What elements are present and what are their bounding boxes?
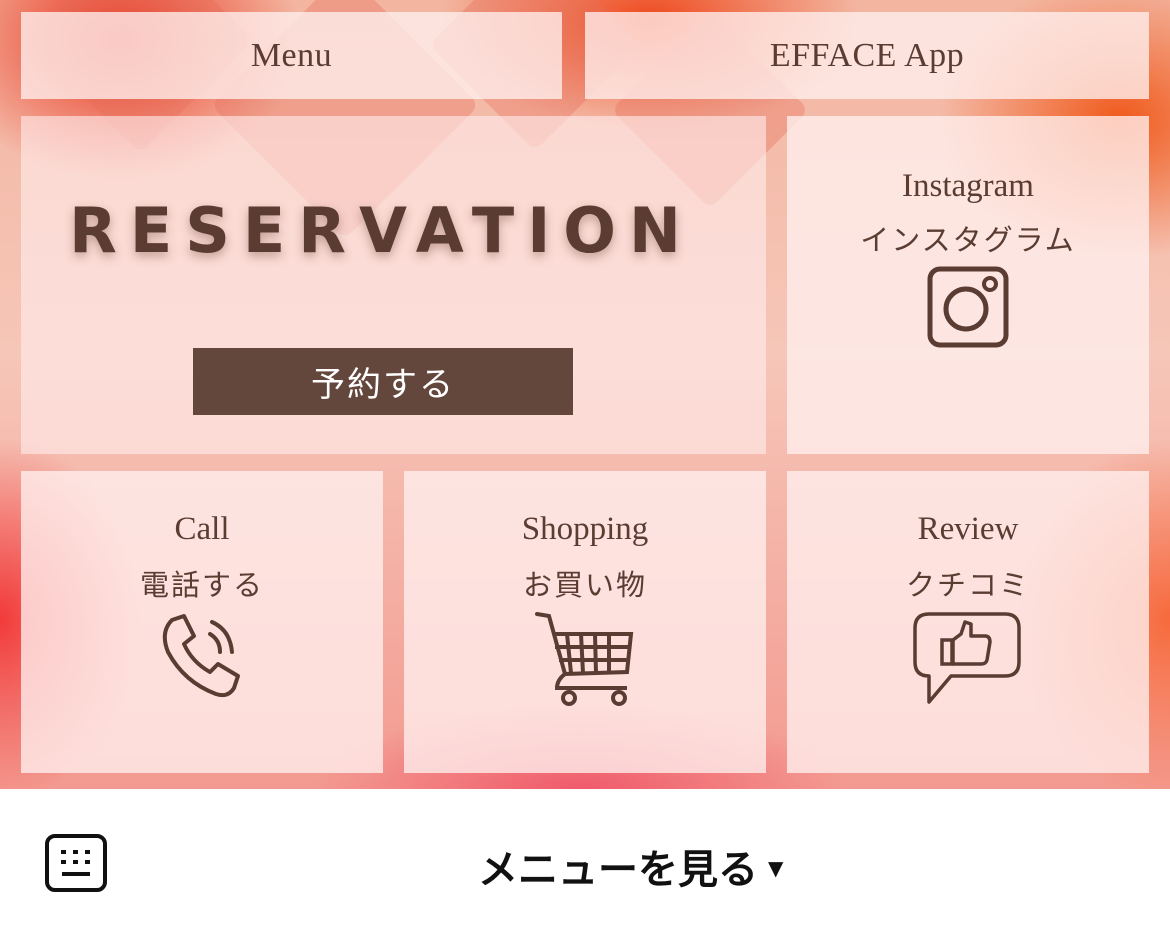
reservation-tile[interactable]: RESERVATION 予約する [21,116,766,454]
instagram-label-jp: インスタグラム [860,223,1076,257]
menu-button[interactable]: Menu [21,12,562,99]
instagram-label-en: Instagram [902,168,1034,204]
review-label-jp: クチコミ [905,568,1030,602]
menu-toggle-button[interactable]: メニューを見る ▼ [478,838,783,894]
efface-app-button[interactable]: EFFACE App [585,12,1149,99]
call-tile[interactable]: Call 電話する [21,471,383,773]
reservation-title: RESERVATION [69,194,694,267]
instagram-tile[interactable]: Instagram インスタグラム [787,116,1149,454]
menu-button-label: Menu [250,36,333,74]
rich-menu: Menu EFFACE App RESERVATION 予約する Instagr… [0,0,1170,789]
phone-icon [162,614,240,698]
shopping-label-en: Shopping [521,511,649,547]
review-tile[interactable]: Review クチコミ [787,471,1149,773]
keyboard-icon[interactable] [44,833,108,893]
call-label-en: Call [174,511,230,547]
review-label-en: Review [917,511,1019,547]
thumbs-up-bubble-icon [913,612,1021,704]
efface-app-button-label: EFFACE App [769,36,965,74]
shopping-cart-icon [535,612,634,706]
menu-toggle-label: メニューを見る [478,847,758,893]
shopping-label-jp: お買い物 [522,568,647,602]
call-label-jp: 電話する [139,568,264,602]
reserve-button[interactable]: 予約する [193,348,573,415]
shopping-tile[interactable]: Shopping お買い物 [404,471,766,773]
caret-down-icon: ▼ [768,856,784,880]
instagram-icon [927,266,1009,348]
